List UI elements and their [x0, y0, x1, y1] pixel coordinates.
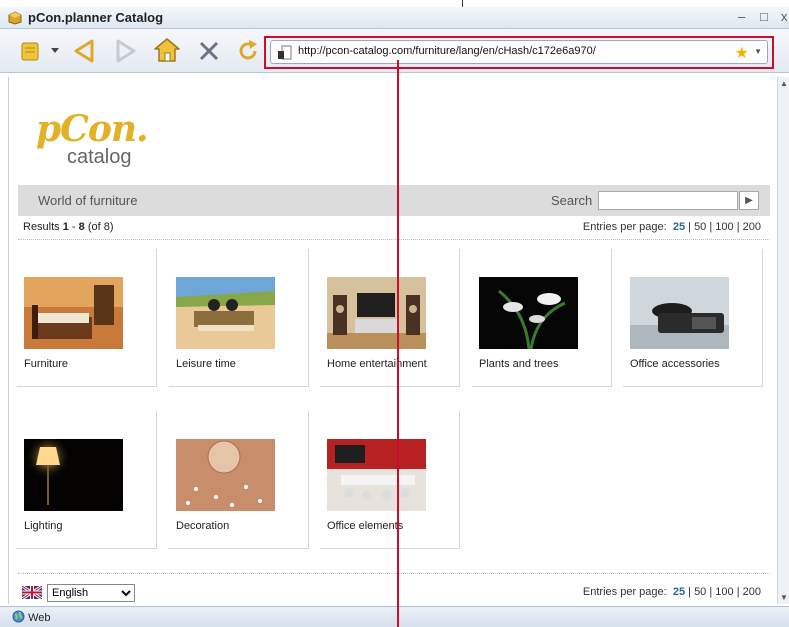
chevron-down-icon[interactable]: ▼ — [754, 47, 762, 56]
stop-button[interactable] — [193, 35, 225, 67]
lighting-thumbnail — [24, 439, 123, 511]
vertical-scrollbar[interactable]: ▲ ▼ — [777, 77, 789, 604]
play-arrow-icon: ▶ — [745, 195, 753, 206]
entries-option[interactable]: 200 — [743, 586, 761, 598]
uk-flag-icon — [22, 586, 42, 599]
annotation-line — [397, 60, 399, 627]
leisure-thumbnail — [176, 277, 275, 349]
category-label[interactable]: Plants and trees — [479, 358, 559, 370]
search-button[interactable]: ▶ — [739, 191, 759, 210]
category-label[interactable]: Decoration — [176, 520, 229, 532]
entries-per-page-bottom: Entries per page: 25 | 50 | 100 | 200 — [583, 586, 761, 598]
home-icon — [154, 38, 180, 62]
decoration-thumbnail — [176, 439, 275, 511]
entries-label: Entries per page: — [582, 586, 667, 598]
chevron-down-icon — [51, 48, 59, 53]
refresh-icon — [239, 40, 257, 60]
entries-separator: | — [685, 221, 695, 233]
forward-button[interactable] — [110, 35, 142, 67]
scroll-up-icon[interactable]: ▲ — [780, 79, 788, 88]
divider — [18, 573, 770, 574]
results-count: Results 1 - 8 (of 8) — [23, 221, 114, 233]
app-icon — [8, 11, 22, 25]
entries-option[interactable]: 100 — [715, 221, 733, 233]
bookmarks-icon — [21, 42, 39, 61]
maximize-button[interactable]: □ — [760, 9, 768, 24]
page-icon — [278, 45, 292, 60]
pcon-catalog-logo[interactable]: pCon. catalog — [36, 108, 149, 174]
minimize-button[interactable]: – — [738, 9, 745, 24]
back-button[interactable] — [68, 35, 100, 67]
category-tile[interactable]: Office elements — [320, 411, 460, 549]
divider — [18, 239, 770, 240]
entries-per-page-top: Entries per page: 25 | 50 | 100 | 200 — [583, 221, 761, 233]
window-titlebar: pCon.planner Catalog – □ x — [0, 7, 789, 29]
entries-separator: | — [706, 586, 716, 598]
entries-separator: | — [706, 221, 716, 233]
search-label: Search — [551, 193, 593, 208]
forward-arrow-icon — [116, 39, 136, 63]
entries-separator: | — [733, 221, 743, 233]
entries-separator: | — [733, 586, 743, 598]
entries-label: Entries per page: — [582, 221, 667, 233]
security-zone: Web — [12, 610, 50, 624]
home-button[interactable] — [151, 35, 183, 67]
reload-button[interactable] — [232, 35, 264, 67]
back-arrow-icon — [74, 39, 94, 63]
office-elements-thumbnail — [327, 439, 426, 511]
category-tile[interactable]: Decoration — [169, 411, 309, 549]
favorite-star-icon[interactable]: ★ — [735, 43, 749, 63]
entries-option[interactable]: 50 — [694, 586, 706, 598]
category-label[interactable]: Home entertainment — [327, 358, 427, 370]
search-input[interactable] — [598, 191, 738, 210]
entries-option[interactable]: 25 — [673, 586, 685, 598]
entries-option[interactable]: 25 — [673, 221, 685, 233]
category-label[interactable]: Furniture — [24, 358, 68, 370]
category-label[interactable]: Leisure time — [176, 358, 236, 370]
catalog-navbar: World of furniture Search ▶ — [18, 185, 770, 216]
close-button[interactable]: x — [781, 9, 788, 24]
results-prefix: Results — [23, 221, 63, 233]
status-bar: Web — [0, 606, 789, 627]
entries-option[interactable]: 100 — [715, 586, 733, 598]
home-entertainment-thumbnail — [327, 277, 426, 349]
results-total: (of 8) — [84, 221, 114, 233]
close-icon — [199, 41, 219, 61]
breadcrumb[interactable]: World of furniture — [38, 193, 137, 208]
logo-brand: pCon. — [36, 108, 149, 150]
entries-separator: | — [685, 586, 695, 598]
entries-option[interactable]: 200 — [743, 221, 761, 233]
office-accessories-thumbnail — [630, 277, 729, 349]
globe-icon — [12, 610, 25, 623]
scroll-down-icon[interactable]: ▼ — [780, 593, 788, 602]
bookmarks-button[interactable] — [14, 35, 46, 67]
bookmarks-dropdown[interactable] — [46, 35, 64, 67]
category-tile[interactable]: Furniture — [17, 249, 157, 387]
zone-label: Web — [28, 612, 51, 624]
entries-option[interactable]: 50 — [694, 221, 706, 233]
category-label[interactable]: Lighting — [24, 520, 63, 532]
category-label[interactable]: Office elements — [327, 520, 403, 532]
category-tile[interactable]: Home entertainment — [320, 249, 460, 387]
category-label[interactable]: Office accessories — [630, 358, 720, 370]
category-tile[interactable]: Office accessories — [623, 249, 763, 387]
furniture-thumbnail — [24, 277, 123, 349]
address-bar[interactable]: http://pcon-catalog.com/furniture/lang/e… — [270, 40, 768, 64]
cursor-marker — [462, 0, 463, 7]
plants-thumbnail — [479, 277, 578, 349]
window-title: pCon.planner Catalog — [28, 10, 164, 25]
category-tile[interactable]: Lighting — [17, 411, 157, 549]
category-tile[interactable]: Leisure time — [169, 249, 309, 387]
results-dash: - — [68, 221, 79, 233]
language-select[interactable]: English — [47, 584, 135, 602]
address-url[interactable]: http://pcon-catalog.com/furniture/lang/e… — [298, 45, 596, 57]
logo-sub: catalog — [67, 146, 132, 168]
category-tile[interactable]: Plants and trees — [472, 249, 612, 387]
